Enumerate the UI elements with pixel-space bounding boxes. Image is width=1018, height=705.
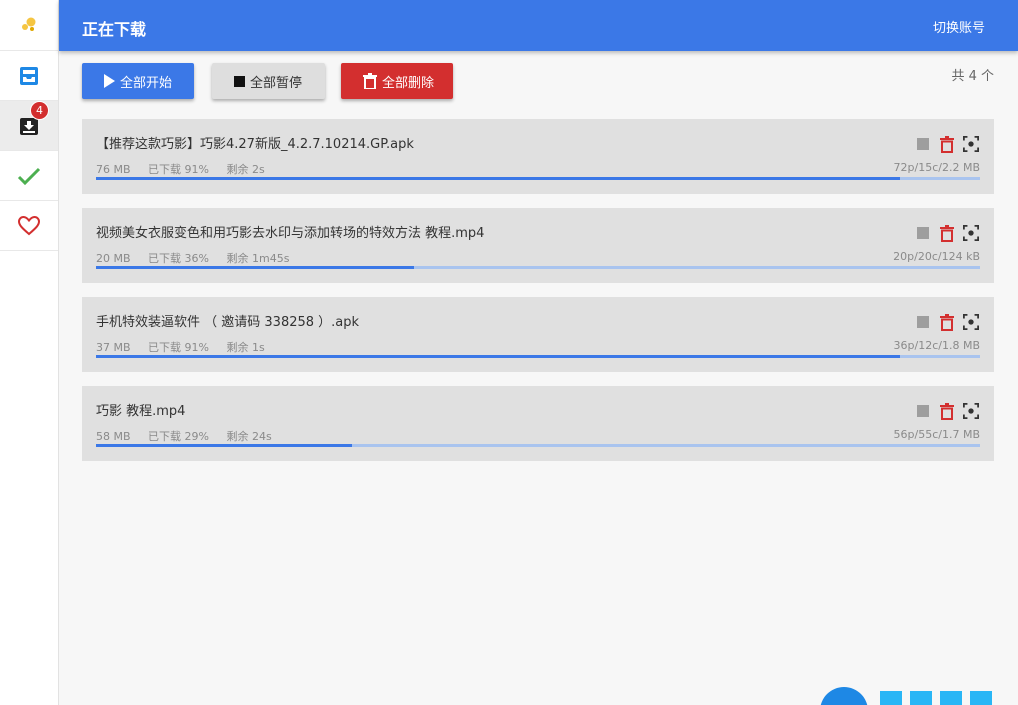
trash-icon	[940, 135, 954, 153]
progress-text: 已下载 36%	[148, 252, 209, 265]
locate-button[interactable]	[963, 135, 979, 153]
locate-button[interactable]	[963, 402, 979, 420]
progress-text: 已下载 91%	[148, 163, 209, 176]
stop-icon	[917, 405, 929, 417]
item-actions	[915, 224, 979, 242]
delete-all-label: 全部删除	[382, 75, 435, 91]
app-logo	[0, 0, 58, 51]
item-actions	[915, 402, 979, 420]
progress-fill	[96, 177, 901, 180]
trash-icon	[940, 224, 954, 242]
stop-button[interactable]	[915, 224, 931, 242]
item-actions	[915, 135, 979, 153]
remaining-time: 剩余 1s	[226, 341, 265, 354]
peer-info: 72p/15c/2.2 MB	[893, 161, 980, 174]
download-item: 【推荐这款巧影】巧影4.27新版_4.2.7.10214.GP.apk 76 M…	[82, 119, 994, 194]
download-count-badge: 4	[30, 101, 49, 120]
file-name: 【推荐这款巧影】巧影4.27新版_4.2.7.10214.GP.apk	[96, 137, 414, 152]
trash-icon	[940, 313, 954, 331]
delete-button[interactable]	[939, 224, 955, 242]
trash-icon	[940, 402, 954, 420]
remaining-time: 剩余 24s	[226, 430, 272, 443]
delete-button[interactable]	[939, 402, 955, 420]
delete-button[interactable]	[939, 313, 955, 331]
focus-icon	[963, 136, 979, 152]
progress-fill	[96, 266, 415, 269]
start-all-label: 全部开始	[120, 75, 173, 91]
delete-button[interactable]	[939, 135, 955, 153]
sidebar: 4	[0, 0, 59, 705]
start-all-button[interactable]: 全部开始	[82, 63, 194, 99]
delete-all-button[interactable]: 全部删除	[341, 63, 453, 99]
focus-icon	[963, 314, 979, 330]
locate-button[interactable]	[963, 224, 979, 242]
remaining-time: 剩余 2s	[226, 163, 265, 176]
item-actions	[915, 313, 979, 331]
pause-all-label: 全部暂停	[250, 75, 303, 91]
sidebar-item-all[interactable]	[0, 51, 58, 101]
locate-button[interactable]	[963, 313, 979, 331]
heart-icon	[18, 215, 40, 235]
watermark-logo	[818, 685, 1018, 705]
pause-all-button[interactable]: 全部暂停	[212, 63, 325, 99]
file-size: 20 MB	[96, 252, 131, 265]
file-name: 巧影 教程.mp4	[96, 404, 186, 419]
check-icon	[17, 167, 41, 185]
file-meta: 76 MB 已下载 91% 剩余 2s	[96, 161, 279, 177]
progress-bar	[96, 444, 980, 447]
download-item: 巧影 教程.mp4 58 MB 已下载 29% 剩余 24s 56p/55c/1…	[82, 386, 994, 461]
stop-button[interactable]	[915, 313, 931, 331]
stop-icon	[917, 227, 929, 239]
progress-text: 已下载 91%	[148, 341, 209, 354]
file-name: 手机特效装逼软件 （ 邀请码 338258 ）.apk	[96, 315, 360, 330]
file-meta: 37 MB 已下载 91% 剩余 1s	[96, 339, 279, 355]
page-title: 正在下载	[82, 20, 147, 39]
progress-text: 已下载 29%	[148, 430, 209, 443]
file-size: 37 MB	[96, 341, 131, 354]
stop-button[interactable]	[915, 402, 931, 420]
progress-fill	[96, 444, 353, 447]
file-size: 76 MB	[96, 163, 131, 176]
sidebar-item-favorites[interactable]	[0, 201, 58, 251]
file-meta: 58 MB 已下载 29% 剩余 24s	[96, 428, 286, 444]
progress-bar	[96, 177, 980, 180]
sidebar-item-completed[interactable]	[0, 151, 58, 201]
file-name: 视频美女衣服变色和用巧影去水印与添加转场的特效方法 教程.mp4	[96, 226, 485, 241]
download-item: 手机特效装逼软件 （ 邀请码 338258 ）.apk 37 MB 已下载 91…	[82, 297, 994, 372]
peer-info: 20p/20c/124 kB	[893, 250, 980, 263]
peer-info: 36p/12c/1.8 MB	[893, 339, 980, 352]
stop-button[interactable]	[915, 135, 931, 153]
focus-icon	[963, 403, 979, 419]
stop-icon	[234, 75, 245, 87]
stop-icon	[917, 138, 929, 150]
inbox-icon	[20, 66, 38, 85]
logo-icon	[22, 17, 36, 31]
focus-icon	[963, 225, 979, 241]
stop-icon	[917, 316, 929, 328]
trash-icon	[363, 73, 377, 89]
progress-bar	[96, 355, 980, 358]
app-header: 正在下载 切换账号	[59, 0, 1018, 51]
remaining-time: 剩余 1m45s	[226, 252, 290, 265]
switch-account-link[interactable]: 切换账号	[933, 17, 985, 36]
peer-info: 56p/55c/1.7 MB	[893, 428, 980, 441]
download-total-count: 共 4 个	[951, 69, 994, 84]
sidebar-item-downloading[interactable]: 4	[0, 101, 58, 151]
play-icon	[104, 74, 115, 88]
file-meta: 20 MB 已下载 36% 剩余 1m45s	[96, 250, 303, 266]
file-size: 58 MB	[96, 430, 131, 443]
progress-bar	[96, 266, 980, 269]
download-item: 视频美女衣服变色和用巧影去水印与添加转场的特效方法 教程.mp4 20 MB 已…	[82, 208, 994, 283]
progress-fill	[96, 355, 901, 358]
